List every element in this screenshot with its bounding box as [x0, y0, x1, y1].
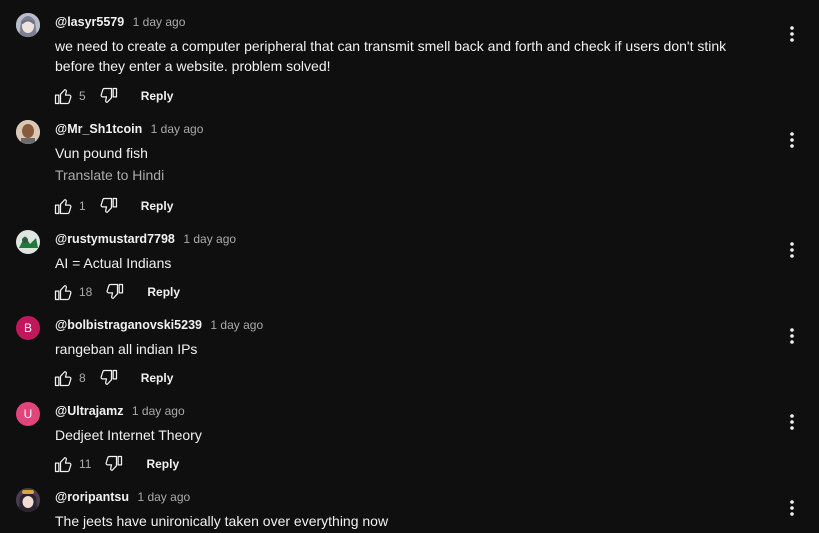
anime-avatar-icon — [16, 13, 40, 37]
comment-header: @Mr_Sh1tcoin 1 day ago — [55, 121, 203, 137]
photo-avatar-icon — [16, 120, 40, 144]
green-avatar-icon — [16, 230, 40, 254]
comment-header: @rustymustard7798 1 day ago — [55, 231, 236, 247]
comment-actions: 1 Reply — [52, 194, 173, 218]
thumbs-up-icon — [54, 371, 72, 387]
comment-actions: 11 Reply — [52, 452, 179, 476]
comment-time[interactable]: 1 day ago — [137, 490, 190, 504]
like-button[interactable] — [52, 453, 74, 475]
comment-header: @roripantsu 1 day ago — [55, 489, 190, 505]
like-count: 11 — [79, 457, 92, 471]
comment-menu-button[interactable] — [782, 496, 802, 520]
thumbs-up-icon — [54, 457, 72, 473]
comment-author[interactable]: @bolbistraganovski5239 — [55, 318, 202, 332]
comment-menu-button[interactable] — [782, 410, 802, 434]
comment-time[interactable]: 1 day ago — [133, 15, 186, 29]
comment-author[interactable]: @Mr_Sh1tcoin — [55, 122, 142, 136]
more-vert-icon — [790, 132, 794, 148]
thumbs-up-icon — [54, 199, 72, 215]
more-vert-icon — [790, 414, 794, 430]
avatar[interactable] — [16, 13, 40, 37]
comment-author[interactable]: @Ultrajamz — [55, 404, 123, 418]
avatar[interactable] — [16, 120, 40, 144]
dislike-button[interactable] — [98, 85, 120, 107]
comment-author[interactable]: @roripantsu — [55, 490, 129, 504]
like-button[interactable] — [52, 195, 74, 217]
like-button[interactable] — [52, 281, 74, 303]
like-button[interactable] — [52, 85, 74, 107]
avatar[interactable] — [16, 488, 40, 512]
avatar-letter: U — [23, 407, 33, 421]
reply-button[interactable]: Reply — [141, 371, 174, 385]
comment-text: rangeban all indian IPs — [55, 341, 198, 357]
more-vert-icon — [790, 242, 794, 258]
comment-time[interactable]: 1 day ago — [210, 318, 263, 332]
more-vert-icon — [790, 328, 794, 344]
comment-actions: 8 Reply — [52, 366, 173, 390]
comment-actions: 18 Reply — [52, 280, 180, 304]
comment-menu-button[interactable] — [782, 22, 802, 46]
comment-author[interactable]: @rustymustard7798 — [55, 232, 175, 246]
translate-link[interactable]: Translate to Hindi — [55, 165, 164, 185]
thumbs-down-icon — [100, 369, 117, 385]
thumbs-down-icon — [105, 455, 123, 471]
avatar[interactable]: U — [16, 402, 40, 426]
comment-time[interactable]: 1 day ago — [151, 122, 204, 136]
comment-author[interactable]: @lasyr5579 — [55, 15, 124, 29]
comment-text: we need to create a computer peripheral … — [55, 38, 727, 74]
dislike-button[interactable] — [98, 367, 120, 389]
comment-time[interactable]: 1 day ago — [183, 232, 236, 246]
dislike-button[interactable] — [98, 195, 120, 217]
like-button[interactable] — [52, 367, 74, 389]
more-vert-icon — [790, 26, 794, 42]
like-count: 8 — [79, 371, 86, 385]
comment-text: AI = Actual Indians — [55, 255, 172, 271]
comment-text: Dedjeet Internet Theory — [55, 427, 202, 443]
avatar[interactable]: B — [16, 316, 40, 340]
reply-button[interactable]: Reply — [141, 89, 174, 103]
comment-text: Vun pound fish — [55, 145, 148, 161]
like-count: 5 — [79, 89, 86, 103]
reply-button[interactable]: Reply — [147, 285, 180, 299]
thumbs-down-icon — [100, 87, 117, 103]
avatar[interactable] — [16, 230, 40, 254]
dislike-button[interactable] — [103, 453, 125, 475]
thumbs-down-icon — [100, 197, 117, 213]
comment-time[interactable]: 1 day ago — [132, 404, 185, 418]
comment-header: @lasyr5579 1 day ago — [55, 14, 185, 30]
comment-header: @Ultrajamz 1 day ago — [55, 403, 185, 419]
thumbs-down-icon — [106, 283, 124, 299]
comment-header: @bolbistraganovski5239 1 day ago — [55, 317, 263, 333]
reply-button[interactable]: Reply — [141, 199, 174, 213]
comment-actions: 5 Reply — [52, 84, 173, 108]
comment-menu-button[interactable] — [782, 128, 802, 152]
reply-button[interactable]: Reply — [146, 457, 179, 471]
like-count: 1 — [79, 199, 86, 213]
comment-menu-button[interactable] — [782, 324, 802, 348]
avatar-letter: B — [23, 321, 32, 335]
comment-menu-button[interactable] — [782, 238, 802, 262]
thumbs-up-icon — [54, 285, 72, 301]
dislike-button[interactable] — [104, 281, 126, 303]
like-count: 18 — [79, 285, 93, 299]
anime-avatar-icon — [16, 488, 40, 512]
comment-text: The jeets have unironically taken over e… — [55, 513, 389, 529]
thumbs-up-icon — [54, 89, 72, 105]
more-vert-icon — [790, 500, 794, 516]
